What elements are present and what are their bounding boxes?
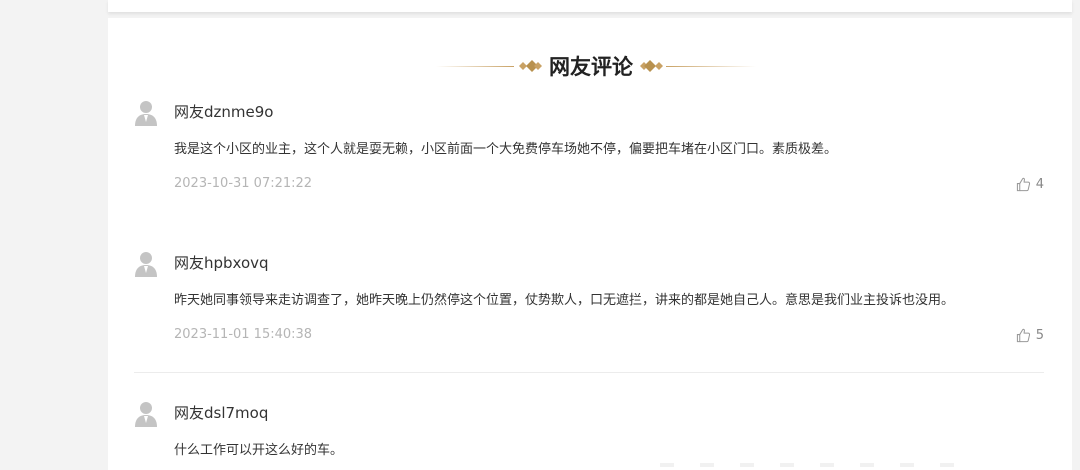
comment-text: 昨天她同事领导来走访调查了，她昨天晚上仍然停这个位置，仗势欺人，口无遮拦，讲来的… <box>174 293 955 308</box>
comment-item: 网友dsl7moq 什么工作可以开这么好的车。 <box>134 401 1044 470</box>
previous-content-card <box>108 0 1072 12</box>
comment-divider <box>134 372 1044 373</box>
user-avatar-icon <box>135 402 157 427</box>
comment-timestamp: 2023-10-31 07:21:22 <box>174 176 313 191</box>
comment-username[interactable]: 网友dsl7moq <box>174 402 268 424</box>
comments-page: 网友评论 网友dznme9o 我是这个小区的业主，这个人就是耍无赖，小区前面一个… <box>0 0 1080 470</box>
comment-item: 网友dznme9o 我是这个小区的业主，这个人就是耍无赖，小区前面一个大免费停车… <box>134 100 1044 200</box>
diamond-ornament-icon <box>640 60 663 72</box>
thumbs-up-icon <box>1016 177 1030 191</box>
like-count: 5 <box>1035 327 1044 343</box>
title-divider-left <box>436 66 514 67</box>
section-header: 网友评论 <box>436 52 756 82</box>
faded-text-fragment <box>660 463 960 467</box>
comment-item: 网友hpbxovq 昨天她同事领导来走访调查了，她昨天晚上仍然停这个位置，仗势欺… <box>134 251 1044 351</box>
user-avatar-icon <box>135 252 157 277</box>
thumbs-up-icon <box>1016 328 1030 342</box>
comment-username[interactable]: 网友hpbxovq <box>174 252 269 274</box>
title-divider-right <box>666 66 756 67</box>
like-count: 4 <box>1035 176 1044 192</box>
comment-text: 我是这个小区的业主，这个人就是耍无赖，小区前面一个大免费停车场她不停，偏要把车堵… <box>174 142 838 157</box>
diamond-ornament-icon <box>519 60 542 72</box>
like-button[interactable]: 5 <box>1016 325 1044 345</box>
comment-text: 什么工作可以开这么好的车。 <box>174 443 344 458</box>
user-avatar-icon <box>135 101 157 126</box>
like-button[interactable]: 4 <box>1016 174 1044 194</box>
comment-timestamp: 2023-11-01 15:40:38 <box>174 327 313 342</box>
section-title: 网友评论 <box>549 54 633 79</box>
comment-username[interactable]: 网友dznme9o <box>174 101 273 123</box>
